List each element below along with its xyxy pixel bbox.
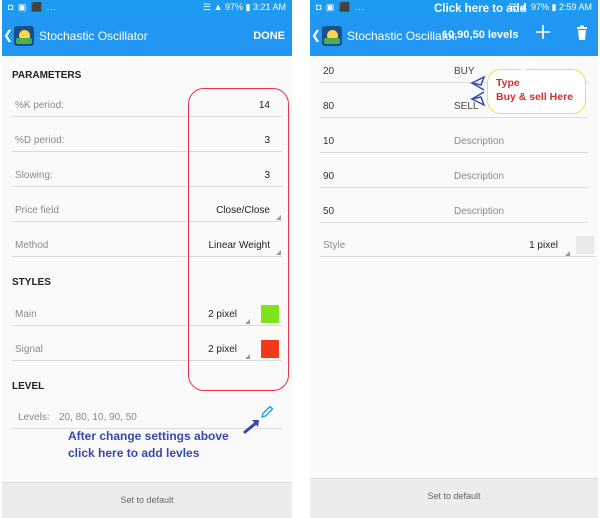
type-note-line-2: Buy & sell Here — [496, 91, 574, 103]
field-label: Price field — [15, 205, 59, 216]
level-description[interactable]: Description — [454, 206, 504, 217]
bottom-bar: Set to default — [2, 482, 292, 518]
level-row[interactable]: 90 Description — [320, 163, 588, 188]
style-color-swatch[interactable] — [576, 236, 594, 254]
level-description[interactable]: Description — [454, 171, 504, 182]
status-bar: ◘ ▣ ⬛ ... ☰ ▲ 97% ▮ 3:21 AM — [2, 0, 292, 16]
type-note-line-1: Type — [496, 77, 520, 89]
section-styles: STYLES — [12, 277, 51, 288]
divider — [320, 256, 596, 257]
app-icon — [322, 26, 342, 46]
style-label: Style — [323, 240, 346, 251]
field-label: %K period: — [15, 100, 64, 111]
style-value: 1 pixel — [529, 240, 558, 251]
field-label: Method — [15, 240, 49, 251]
level-value: 50 — [323, 206, 335, 217]
click-note: Click here to add — [434, 3, 527, 15]
instruction-line-2: click here to add levles — [68, 446, 200, 460]
field-label: Signal — [15, 344, 43, 355]
level-value: 80 — [323, 101, 335, 112]
bottom-bar: Set to default — [310, 478, 598, 518]
page-title: Stochastic Oscillator — [39, 29, 148, 43]
level-value: 90 — [323, 171, 335, 182]
app-icon — [14, 26, 34, 46]
style-row[interactable]: Style 1 pixel — [320, 232, 596, 257]
field-label: Slowing: — [15, 170, 53, 181]
section-parameters: PARAMETERS — [12, 70, 82, 81]
field-label: Main — [15, 309, 37, 320]
edit-pencil-icon[interactable] — [260, 405, 274, 419]
level-description[interactable]: Description — [454, 136, 504, 147]
status-icons-left: ◘ ▣ ⬛ ... — [316, 2, 366, 12]
add-icon[interactable] — [535, 24, 551, 40]
level-value: 10 — [323, 136, 335, 147]
app-bar: ❮ Stochastic Oscillator 10,90,50 levels — [310, 16, 598, 56]
level-value: 20 — [323, 66, 335, 77]
back-icon[interactable]: ❮ — [3, 28, 13, 42]
page-title: Stochastic Oscillator — [347, 29, 456, 43]
back-icon[interactable]: ❮ — [311, 28, 321, 42]
done-button[interactable]: DONE — [253, 30, 285, 42]
arrow-icon — [520, 60, 538, 72]
level-row[interactable]: 50 Description — [320, 198, 588, 223]
status-icons-left: ◘ ▣ ⬛ ... — [8, 2, 58, 12]
field-label: %D period: — [15, 135, 65, 146]
type-note: Type Buy & sell Here — [496, 76, 573, 104]
trash-icon[interactable] — [576, 25, 588, 41]
set-default-button[interactable]: Set to default — [2, 495, 292, 505]
levels-row[interactable]: Levels: 20, 80, 10, 90, 50 — [12, 404, 282, 429]
type-note-box: Type Buy & sell Here — [487, 69, 586, 114]
instruction-line-1: After change settings above — [68, 429, 229, 443]
arrow-icon — [243, 420, 259, 434]
level-row[interactable]: 10 Description — [320, 128, 588, 153]
double-arrow-icon — [469, 75, 486, 107]
levels-note: 10,90,50 levels — [442, 29, 519, 41]
instruction-note: After change settings above click here t… — [68, 428, 229, 462]
levels-label: Levels: — [18, 412, 50, 423]
set-default-button[interactable]: Set to default — [310, 491, 598, 501]
app-bar: ❮ Stochastic Oscillator DONE — [2, 16, 292, 56]
section-level: LEVEL — [12, 381, 45, 392]
levels-content: 20 BUY 80 SELL 10 Description 90 Descrip… — [310, 56, 598, 482]
levels-value: 20, 80, 10, 90, 50 — [59, 412, 137, 423]
highlight-box — [188, 88, 289, 391]
status-icons-right: ☰ ▲ 97% ▮ 3:21 AM — [203, 2, 286, 12]
